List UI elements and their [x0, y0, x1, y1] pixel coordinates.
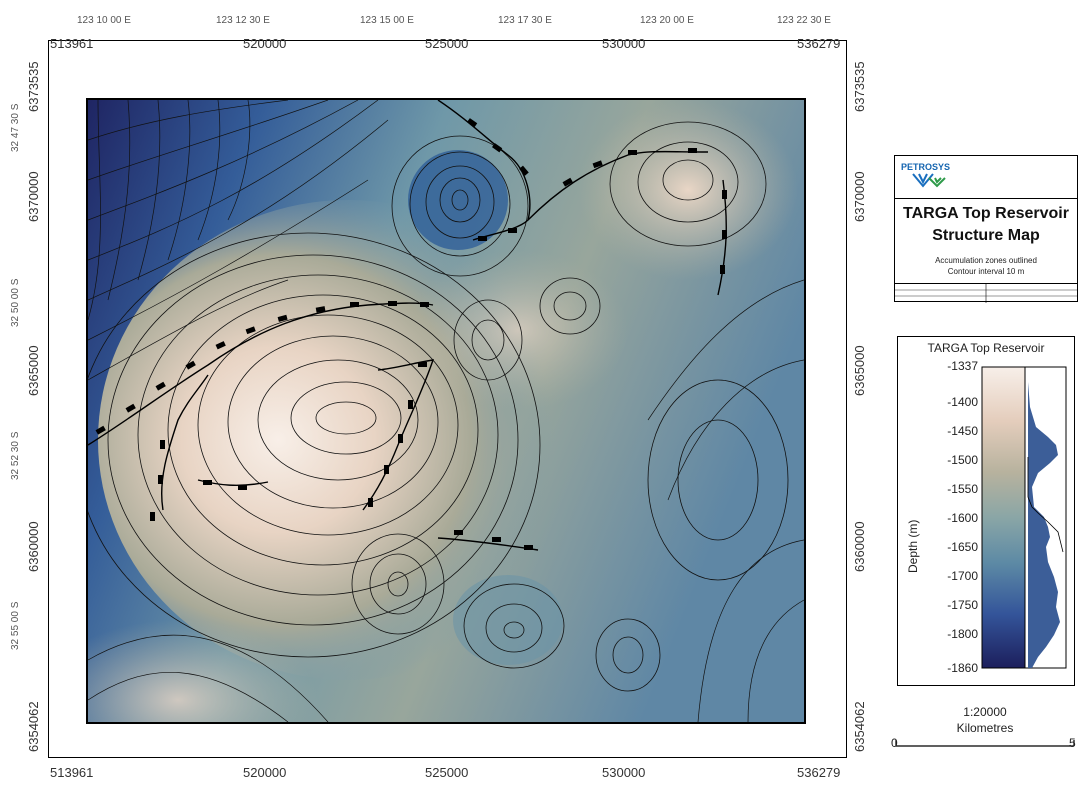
- scale-line: [895, 740, 1075, 747]
- scale-ratio: 1:20000: [963, 705, 1007, 719]
- y-tick-right: 6370000: [852, 171, 867, 222]
- y-tick-right: 6360000: [852, 521, 867, 572]
- y-tick-left: 6360000: [26, 521, 41, 572]
- lat-label: 32 55 00 S: [10, 601, 21, 650]
- x-tick-top: 513961: [50, 36, 94, 51]
- legend-tick: -1337: [947, 359, 978, 373]
- legend-colorbar-svg: [981, 366, 1067, 669]
- central-high: [408, 250, 628, 410]
- legend-tick: -1450: [947, 424, 978, 438]
- legend-tick: -1550: [947, 482, 978, 496]
- info-grid-lines: [895, 284, 1077, 303]
- y-tick-left: 6365000: [26, 345, 41, 396]
- lon-label: 123 22 30 E: [777, 15, 831, 26]
- lon-label: 123 12 30 E: [216, 15, 270, 26]
- legend-colorbar: [981, 366, 1026, 669]
- y-tick-left: 6373535: [26, 61, 41, 112]
- map-title: TARGA Top Reservoir: [903, 205, 1069, 222]
- legend-tick: -1600: [947, 511, 978, 525]
- x-tick-bottom: 520000: [243, 765, 287, 780]
- legend-axis-label: Depth (m): [906, 519, 920, 573]
- lon-label: 123 17 30 E: [498, 15, 552, 26]
- legend-tick: -1750: [947, 598, 978, 612]
- x-tick-bottom: 536279: [797, 765, 841, 780]
- depth-legend: TARGA Top Reservoir -1337 -1400 -1450 -1…: [897, 336, 1075, 686]
- title-block: PETROSYS TARGA Top Reservoir Structure M…: [894, 155, 1078, 303]
- structure-map[interactable]: [86, 98, 806, 724]
- lat-label: 32 47 30 S: [10, 103, 21, 152]
- scale-max: 5: [1069, 736, 1076, 750]
- subtitle-contour: Contour interval 10 m: [947, 267, 1025, 276]
- scale-unit: Kilometres: [956, 721, 1014, 735]
- title-header: PETROSYS: [895, 156, 1077, 199]
- x-tick-bottom: 513961: [50, 765, 94, 780]
- x-tick-bottom: 525000: [425, 765, 469, 780]
- legend-tick: -1800: [947, 627, 978, 641]
- x-tick-top: 530000: [602, 36, 646, 51]
- map-subtitle-title: Structure Map: [932, 227, 1040, 244]
- contour-map-svg: [88, 100, 804, 722]
- x-tick-bottom: 530000: [602, 765, 646, 780]
- legend-tick: -1400: [947, 395, 978, 409]
- title-info-grid: [895, 283, 1077, 303]
- x-tick-top: 525000: [425, 36, 469, 51]
- y-tick-right: 6354062: [852, 701, 867, 752]
- ne-structural-high: [578, 100, 798, 280]
- subtitle-accumulation: Accumulation zones outlined: [935, 256, 1037, 265]
- lon-label: 123 20 00 E: [640, 15, 694, 26]
- y-tick-right: 6373535: [852, 61, 867, 112]
- y-tick-left: 6370000: [26, 171, 41, 222]
- lon-label: 123 15 00 E: [360, 15, 414, 26]
- lon-label: 123 10 00 E: [77, 15, 131, 26]
- legend-tick: -1500: [947, 453, 978, 467]
- petrosys-logo: PETROSYS: [901, 162, 950, 188]
- legend-tick: -1700: [947, 569, 978, 583]
- logo-text: PETROSYS: [901, 162, 950, 172]
- y-tick-right: 6365000: [852, 345, 867, 396]
- x-tick-top: 520000: [243, 36, 287, 51]
- lat-label: 32 52 30 S: [10, 431, 21, 480]
- lat-label: 32 50 00 S: [10, 278, 21, 327]
- scale-bar: 1:20000 Kilometres 0 5: [880, 700, 1090, 760]
- scale-min: 0: [891, 736, 898, 750]
- legend-tick: -1860: [947, 661, 978, 675]
- x-tick-top: 536279: [797, 36, 841, 51]
- legend-tick: -1650: [947, 540, 978, 554]
- y-tick-left: 6354062: [26, 701, 41, 752]
